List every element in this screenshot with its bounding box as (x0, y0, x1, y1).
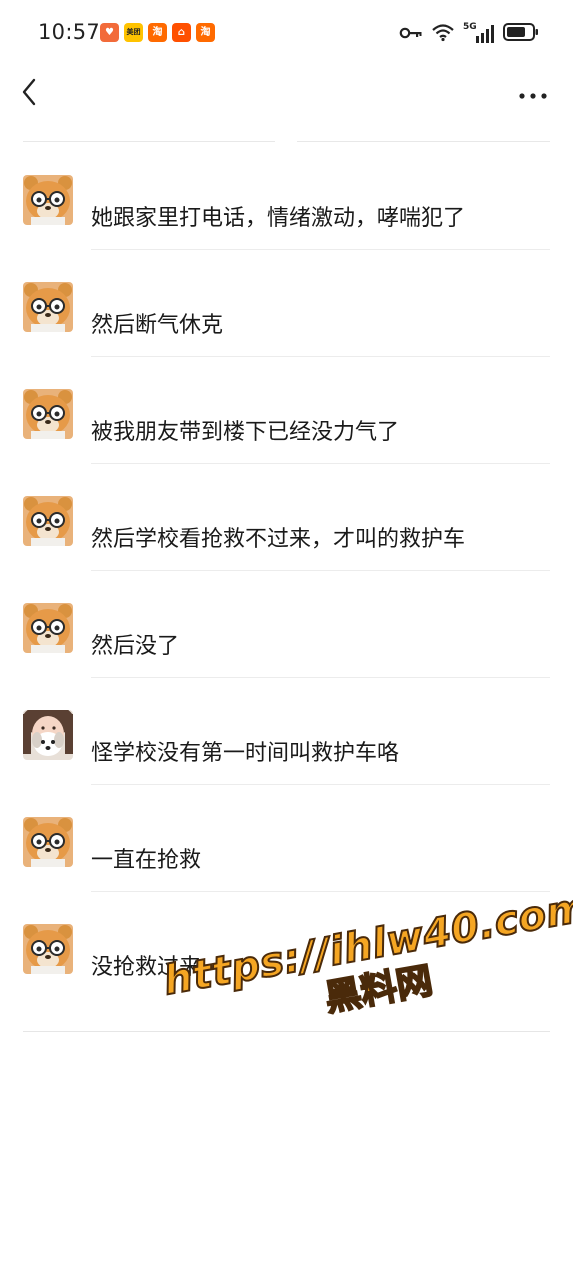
message-text: 她跟家里打电话，情绪激动，哮喘犯了 (91, 206, 466, 231)
battery-icon (503, 22, 539, 46)
bear-avatar[interactable] (23, 282, 73, 332)
back-button[interactable] (12, 74, 46, 114)
message-item[interactable]: 一直在抢救 (0, 785, 573, 892)
bear-avatar[interactable] (23, 389, 73, 439)
heart-shield-app-icon: ♥ (100, 23, 119, 42)
bear-avatar[interactable] (23, 817, 73, 867)
message-item[interactable]: 然后学校看抢救不过来，才叫的救护车 (0, 464, 573, 571)
bear-avatar[interactable] (23, 603, 73, 653)
bear-avatar[interactable] (23, 924, 73, 974)
bear-avatar[interactable] (23, 496, 73, 546)
status-indicators: 5G (399, 22, 539, 46)
bear-avatar[interactable] (23, 175, 73, 225)
divider (23, 141, 275, 142)
nav-bar (0, 66, 573, 122)
message-text: 一直在抢救 (91, 848, 202, 873)
message-list: 她跟家里打电话，情绪激动，哮喘犯了 然后断气休克被我朋友带到楼下已经没力气了然后学… (0, 143, 573, 999)
message-text: 被我朋友带到楼下已经没力气了 (91, 420, 400, 445)
message-item[interactable]: 她跟家里打电话，情绪激动，哮喘犯了 (0, 143, 573, 250)
message-text: 然后没了 (91, 634, 180, 659)
wifi-icon (431, 22, 455, 46)
message-item[interactable]: 怪学校没有第一时间叫救护车咯 (0, 678, 573, 785)
signal-5g-icon: 5G (463, 22, 495, 45)
message-text: 怪学校没有第一时间叫救护车咯 (91, 741, 400, 766)
status-bar: 10:57 ♥ 美团淘 ⌂ 淘 5G (0, 0, 573, 66)
divider (297, 141, 550, 142)
more-horizontal-icon (518, 85, 548, 104)
message-item[interactable]: 被我朋友带到楼下已经没力气了 (0, 357, 573, 464)
taobao-app-icon-2: 淘 (196, 23, 215, 42)
clock: 10:57 (38, 20, 101, 44)
key-icon (399, 25, 423, 44)
more-button[interactable] (513, 74, 553, 114)
chevron-left-icon (20, 77, 38, 111)
girl-dog-avatar[interactable] (23, 710, 73, 760)
meituan-app-icon: 美团 (124, 23, 143, 42)
message-item[interactable]: 然后断气休克 (0, 250, 573, 357)
list-end-divider (23, 1031, 550, 1032)
location-app-icon: ⌂ (172, 23, 191, 42)
message-item[interactable]: 然后没了 (0, 571, 573, 678)
message-text: 然后断气休克 (91, 313, 224, 338)
message-text: 然后学校看抢救不过来，才叫的救护车 (91, 527, 466, 552)
taobao-app-icon: 淘 (148, 23, 167, 42)
notification-app-icons: ♥ 美团淘 ⌂ 淘 (100, 23, 215, 42)
